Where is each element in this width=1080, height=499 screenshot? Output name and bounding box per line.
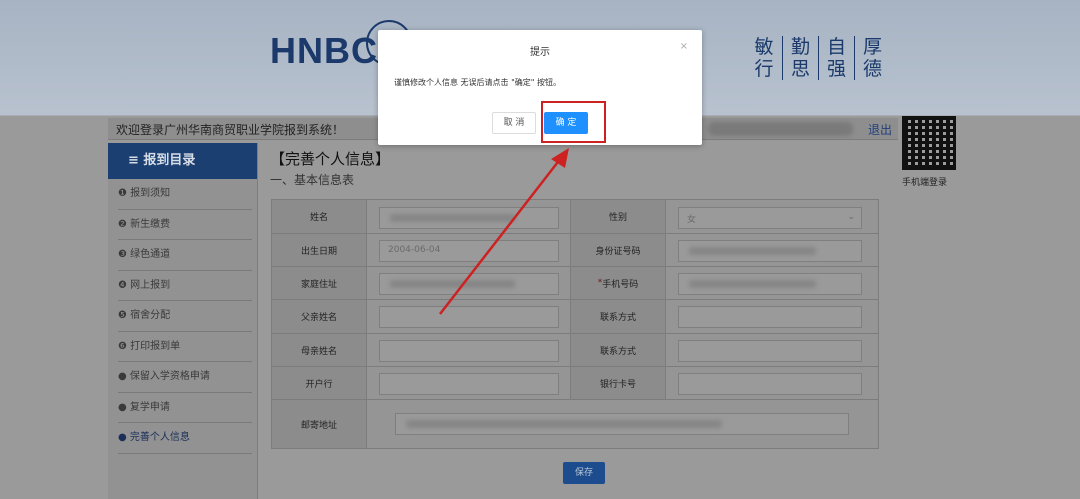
field-cell — [666, 234, 878, 266]
form-row: 姓名 性别 女 ⌄ — [272, 200, 878, 234]
bank-input[interactable] — [379, 373, 559, 395]
field-cell — [666, 367, 878, 399]
field-cell — [666, 300, 878, 333]
label-birthdate: 出生日期 — [272, 234, 367, 266]
save-button[interactable]: 保存 — [563, 462, 605, 484]
motto-col: 敏行 — [754, 36, 774, 80]
section-subtitle: 一、基本信息表 — [270, 173, 355, 187]
gender-value: 女 — [687, 215, 697, 225]
sidebar: ≡ 报到目录 ❶ 报到须知 ❷ 新生缴费 ❸ 绿色通道 ❹ 网上报到 ❺ 宿舍分… — [108, 143, 258, 499]
qr-label: 手机端登录 — [902, 178, 948, 188]
label-id-number: 身份证号码 — [571, 234, 666, 266]
field-cell — [367, 300, 571, 333]
label-name: 姓名 — [272, 200, 367, 233]
sidebar-item-notice[interactable]: ❶ 报到须知 — [118, 179, 252, 210]
form-row: 邮寄地址 — [272, 400, 878, 448]
label-bank-card: 银行卡号 — [571, 367, 666, 399]
qr-code-icon — [902, 116, 956, 170]
label-mother-contact: 联系方式 — [571, 334, 666, 366]
label-address: 家庭住址 — [272, 267, 367, 299]
label-father-contact: 联系方式 — [571, 300, 666, 333]
school-motto: 敏行 勤思 自强 厚德 — [746, 36, 890, 80]
dialog-message: 谨慎修改个人信息 无误后请点击 "确定" 按钮。 — [394, 78, 561, 87]
bank-card-input[interactable] — [678, 373, 862, 395]
motto-col: 勤思 — [782, 36, 818, 80]
motto-col: 厚德 — [854, 36, 890, 80]
label-father-name: 父亲姓名 — [272, 300, 367, 333]
label-phone-text: 手机号码 — [602, 279, 639, 290]
sidebar-item-payment[interactable]: ❷ 新生缴费 — [118, 210, 252, 240]
field-cell — [367, 367, 571, 399]
father-name-input[interactable] — [379, 306, 559, 328]
form-row: 父亲姓名 联系方式 — [272, 300, 878, 334]
birthdate-input[interactable]: 2004-06-04 — [379, 240, 559, 262]
gender-select[interactable]: 女 ⌄ — [678, 207, 862, 229]
label-mail-address: 邮寄地址 — [272, 400, 367, 448]
field-cell — [666, 334, 878, 366]
sidebar-item-print[interactable]: ❻ 打印报到单 — [118, 332, 252, 362]
logo: HNBC — [270, 30, 378, 71]
motto-col: 自强 — [818, 36, 854, 80]
sidebar-item-resume[interactable]: ● 复学申请 — [118, 393, 252, 423]
logout-link[interactable]: 退出 — [868, 121, 892, 138]
sidebar-item-green-channel[interactable]: ❸ 绿色通道 — [118, 240, 252, 271]
form-row: 开户行 银行卡号 — [272, 367, 878, 400]
sidebar-item-profile[interactable]: ● 完善个人信息 — [118, 423, 252, 454]
welcome-text: 欢迎登录广州华南商贸职业学院报到系统！ — [116, 123, 345, 137]
father-contact-input[interactable] — [678, 306, 862, 328]
field-cell: 女 ⌄ — [666, 200, 878, 233]
info-form: 姓名 性别 女 ⌄ 出生日期 2004-06-04 身份证号码 家庭住址 * 手… — [271, 199, 879, 449]
main-content: 【完善个人信息】 一、基本信息表 — [270, 148, 880, 188]
page-title: 【完善个人信息】 — [270, 150, 391, 168]
annotation-highlight-box — [541, 101, 606, 143]
mail-address-input[interactable] — [395, 413, 849, 435]
label-gender: 性别 — [571, 200, 666, 233]
dialog-title: 提示 — [530, 47, 550, 58]
field-cell: 2004-06-04 — [367, 234, 571, 266]
field-cell — [367, 267, 571, 299]
sidebar-title: ≡ 报到目录 — [108, 143, 257, 179]
phone-input[interactable] — [678, 273, 862, 295]
label-phone: * 手机号码 — [571, 267, 666, 299]
form-row: 母亲姓名 联系方式 — [272, 334, 878, 367]
mother-contact-input[interactable] — [678, 340, 862, 362]
name-input[interactable] — [379, 207, 559, 229]
field-cell — [367, 200, 571, 233]
confirm-dialog: 提示 × 谨慎修改个人信息 无误后请点击 "确定" 按钮。 取 消 确 定 — [378, 30, 702, 145]
id-number-input[interactable] — [678, 240, 862, 262]
cancel-button[interactable]: 取 消 — [492, 112, 536, 134]
mother-name-input[interactable] — [379, 340, 559, 362]
user-name-redacted — [708, 122, 853, 136]
label-bank: 开户行 — [272, 367, 367, 399]
field-cell — [666, 267, 878, 299]
label-mother-name: 母亲姓名 — [272, 334, 367, 366]
field-cell — [367, 334, 571, 366]
form-row: 家庭住址 * 手机号码 — [272, 267, 878, 300]
field-cell — [367, 400, 878, 448]
sidebar-item-dorm[interactable]: ❺ 宿舍分配 — [118, 301, 252, 332]
sidebar-item-reserve[interactable]: ● 保留入学资格申请 — [118, 362, 252, 393]
home-address-input[interactable] — [379, 273, 559, 295]
sidebar-item-online-register[interactable]: ❹ 网上报到 — [118, 271, 252, 301]
form-row: 出生日期 2004-06-04 身份证号码 — [272, 234, 878, 267]
close-icon[interactable]: × — [680, 41, 688, 52]
chevron-down-icon: ⌄ — [847, 212, 855, 222]
